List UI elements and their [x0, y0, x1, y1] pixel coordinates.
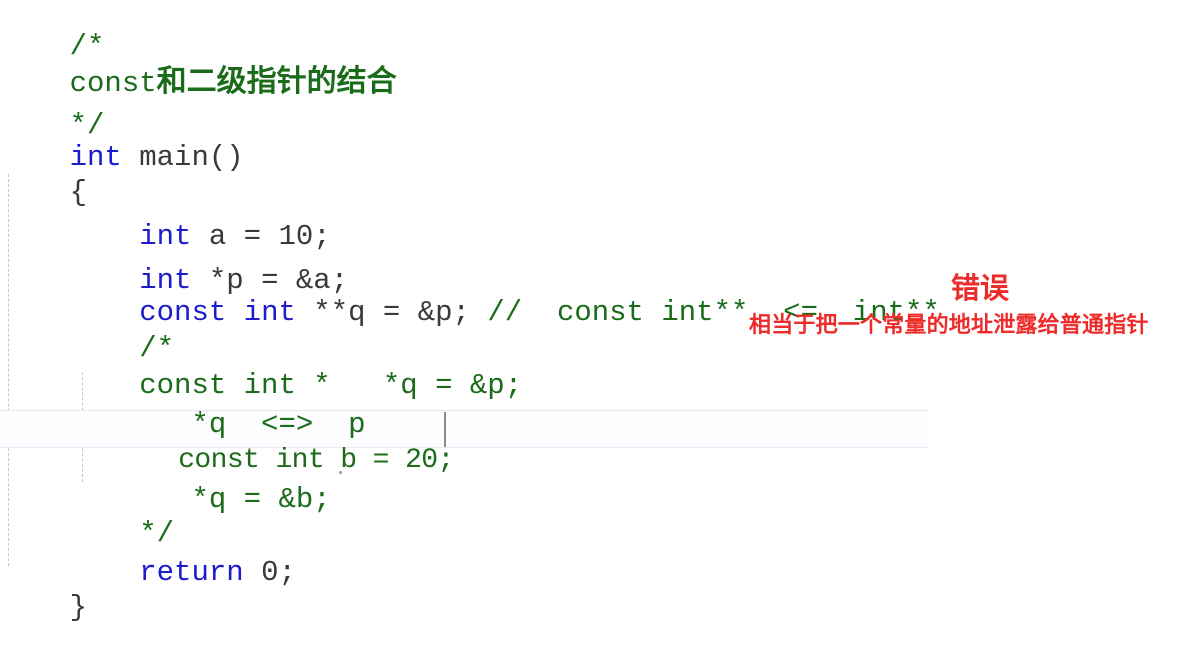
- annotation-error-label: 错误: [951, 271, 1010, 305]
- comment-text-cjk: 和二级指针的结合: [156, 64, 397, 99]
- code-line-16[interactable]: }: [0, 563, 87, 653]
- function-signature-main: main(): [121, 141, 244, 174]
- stray-speck-artifact: [339, 471, 342, 474]
- brace-close: }: [69, 591, 88, 624]
- code-editor-canvas[interactable]: /* const和二级指针的结合 */ int main() { int a =…: [0, 0, 1195, 623]
- text-caret: [444, 412, 446, 447]
- declaration-q: **q = &p;: [295, 296, 488, 329]
- return-value: 0;: [243, 556, 296, 589]
- keyword-return: return: [139, 556, 244, 589]
- annotation-note-text: 相当于把一个常量的地址泄露给普通指针: [749, 313, 1149, 338]
